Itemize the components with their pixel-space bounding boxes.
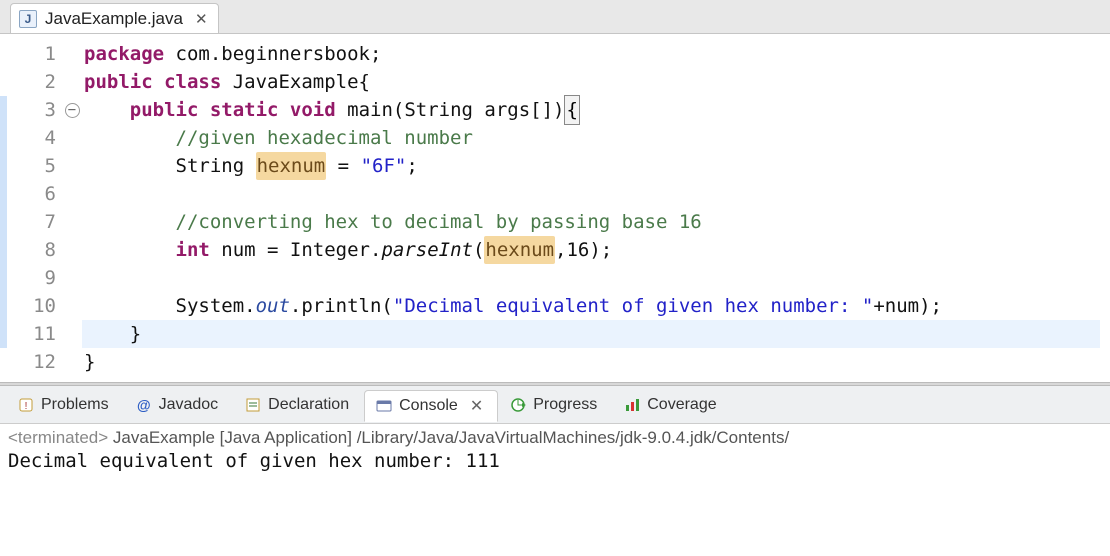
line-number: 1: [0, 40, 56, 68]
line-number-gutter: 1 2 3 4 5 6 7 8 9 10 11 12: [0, 40, 62, 376]
editor-tab-bar: J JavaExample.java ✕: [0, 0, 1110, 34]
console-launch-info: JavaExample [Java Application] /Library/…: [108, 428, 789, 447]
variable-highlight: hexnum: [484, 236, 555, 264]
editor-tab-label: JavaExample.java: [45, 9, 183, 29]
coverage-icon: [623, 396, 641, 414]
close-icon[interactable]: ✕: [195, 10, 208, 28]
view-tab-bar: ! Problems @ Javadoc Declaration Console…: [0, 386, 1110, 424]
tab-progress[interactable]: Progress: [498, 389, 612, 421]
tab-label: Progress: [533, 396, 597, 414]
line-number: 7: [0, 208, 56, 236]
line-number: 2: [0, 68, 56, 96]
tab-javadoc[interactable]: @ Javadoc: [124, 389, 234, 421]
tab-coverage[interactable]: Coverage: [612, 389, 731, 421]
tab-label: Javadoc: [159, 396, 219, 414]
close-icon[interactable]: ✕: [470, 396, 483, 416]
line-number: 5: [0, 152, 56, 180]
range-indicator: [0, 96, 7, 348]
problems-icon: !: [17, 396, 35, 414]
line-number: 8: [0, 236, 56, 264]
console-icon: [375, 397, 393, 415]
matching-brace: {: [564, 95, 579, 125]
line-number: 4: [0, 124, 56, 152]
tab-declaration[interactable]: Declaration: [233, 389, 364, 421]
line-number: 9: [0, 264, 56, 292]
console-status-line: <terminated> JavaExample [Java Applicati…: [8, 428, 1102, 448]
editor-tab-active[interactable]: J JavaExample.java ✕: [10, 3, 219, 33]
declaration-icon: [244, 396, 262, 414]
console-pane: <terminated> JavaExample [Java Applicati…: [0, 424, 1110, 478]
terminated-label: <terminated>: [8, 428, 108, 447]
current-line-highlight: [82, 320, 1100, 348]
tab-label: Problems: [41, 396, 109, 414]
tab-console[interactable]: Console ✕: [364, 390, 498, 422]
javadoc-icon: @: [135, 396, 153, 414]
variable-highlight: hexnum: [256, 152, 327, 180]
java-file-icon: J: [19, 10, 37, 28]
line-number: 3: [0, 96, 56, 124]
line-number: 10: [0, 292, 56, 320]
line-number: 6: [0, 180, 56, 208]
tab-label: Declaration: [268, 396, 349, 414]
svg-text:!: !: [25, 401, 28, 412]
tab-label: Coverage: [647, 396, 716, 414]
line-number: 11: [0, 320, 56, 348]
line-number: 12: [0, 348, 56, 376]
code-editor[interactable]: 1 2 3 4 5 6 7 8 9 10 11 12 − package com…: [0, 34, 1110, 382]
folding-gutter: −: [62, 40, 82, 376]
progress-icon: [509, 396, 527, 414]
code-body[interactable]: package com.beginnersbook; public class …: [82, 40, 1110, 376]
tab-problems[interactable]: ! Problems: [6, 389, 124, 421]
console-output[interactable]: Decimal equivalent of given hex number: …: [8, 450, 1102, 472]
tab-label: Console: [399, 397, 458, 415]
fold-toggle-icon[interactable]: −: [65, 103, 80, 118]
